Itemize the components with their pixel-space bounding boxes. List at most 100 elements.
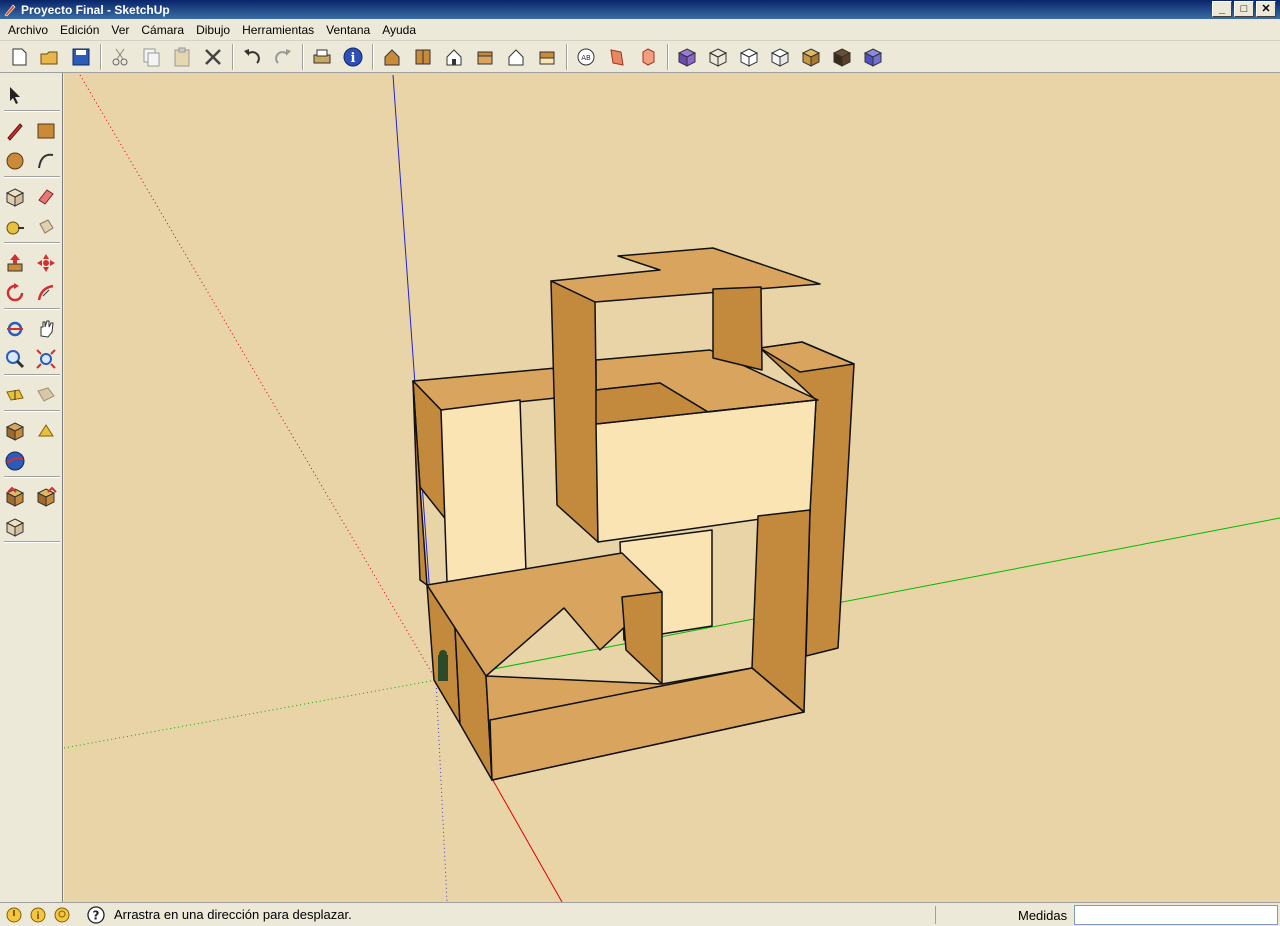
move-tool[interactable] [33,250,59,276]
menu-archivo[interactable]: Archivo [2,21,54,39]
save-button[interactable] [66,42,95,71]
menu-edicion[interactable]: Edición [54,21,105,39]
left-inner-front[interactable] [440,399,527,583]
select-tool[interactable] [2,82,28,108]
status-bar: i ? Arrastra en una dirección para despl… [0,902,1280,926]
svg-text:AB: AB [581,54,591,62]
push-pull-tool[interactable] [2,250,28,276]
model-info-icon: i [343,47,362,66]
follow-me-tool[interactable] [33,280,59,306]
user-button[interactable] [52,905,72,925]
make-component-tool[interactable] [2,184,28,210]
monochrome-icon [832,47,851,67]
place-model-tool[interactable] [2,418,28,444]
section-plane-button[interactable]: AB [571,42,600,71]
toolbar-separator [4,410,60,412]
push-pull-icon [7,254,23,272]
monochrome-button[interactable] [827,42,856,71]
get-models-tool[interactable] [33,418,59,444]
toolbar-separator [372,43,374,70]
upload-tool[interactable] [33,484,59,510]
tape-measure-tool[interactable] [2,214,28,240]
cut-button[interactable] [105,42,134,71]
view-top-button[interactable] [408,42,437,71]
print-icon [313,49,330,63]
undo-button[interactable] [237,42,266,71]
rectangle-tool[interactable] [33,118,59,144]
view-right-button[interactable] [470,42,499,71]
close-button[interactable]: ✕ [1256,1,1276,17]
shaded-textures-button[interactable] [796,42,825,71]
paste-button[interactable] [167,42,196,71]
shaded-icon [770,47,789,67]
toolbar-separator [4,308,60,310]
menu-ayuda[interactable]: Ayuda [376,21,422,39]
get-models-icon [38,424,54,437]
share-model-tool[interactable] [2,484,28,510]
model-info-button[interactable]: i [338,42,367,71]
follow-me-icon [37,284,54,301]
scale-figure[interactable] [438,650,448,681]
erase-button[interactable] [198,42,227,71]
drawing-viewport[interactable] [64,73,1280,902]
view-right-icon [477,51,492,64]
toolbar-separator [4,110,60,112]
view-front-button[interactable] [439,42,468,71]
paint-bucket-tool[interactable] [33,214,59,240]
print-button[interactable] [307,42,336,71]
credits-button[interactable]: i [28,905,48,925]
view-left-button[interactable] [532,42,561,71]
geo-location-button[interactable] [4,905,24,925]
hidden-line-button[interactable] [734,42,763,71]
pencil-tool[interactable] [2,118,28,144]
copy-button[interactable] [136,42,165,71]
model-geometry[interactable] [412,247,855,781]
lower-step-side[interactable] [621,591,663,685]
toggle-terrain-tool[interactable] [33,382,59,408]
menu-camara[interactable]: Cámara [135,21,190,39]
share-component-tool[interactable] [2,514,28,540]
zoom-extents-tool[interactable] [33,346,59,372]
open-button[interactable] [35,42,64,71]
minimize-button[interactable]: _ [1212,1,1232,17]
new-icon [12,48,26,65]
zoom-tool[interactable] [2,346,28,372]
circle-tool[interactable] [2,148,28,174]
menu-ver[interactable]: Ver [105,21,135,39]
open-icon [40,51,57,64]
google-earth-tool[interactable] [2,448,28,474]
menu-ventana[interactable]: Ventana [320,21,376,39]
geo-location-icon [6,907,22,922]
model-canvas[interactable] [64,73,1280,902]
new-button[interactable] [4,42,33,71]
measurements-input[interactable] [1074,905,1278,925]
eraser-tool[interactable] [33,184,59,210]
rotate-tool[interactable] [2,280,28,306]
credits-icon: i [30,907,46,922]
upload-icon [36,486,57,507]
view-back-button[interactable] [501,42,530,71]
menu-herramientas[interactable]: Herramientas [236,21,320,39]
add-location-tool[interactable] [2,382,28,408]
arc-tool[interactable] [33,148,59,174]
pan-tool[interactable] [33,316,59,342]
rectangle-icon [37,123,55,139]
view-iso-button[interactable] [377,42,406,71]
svg-text:i: i [350,51,355,66]
wireframe-button[interactable] [703,42,732,71]
maximize-button[interactable]: □ [1234,1,1254,17]
help-button[interactable]: ? [86,905,106,925]
top-shelf[interactable] [550,247,821,303]
orbit-tool[interactable] [2,316,28,342]
extra-style-button[interactable] [858,42,887,71]
redo-button[interactable] [268,42,297,71]
tower-left-side[interactable] [550,280,599,543]
menu-dibujo[interactable]: Dibujo [190,21,236,39]
tower-back-side[interactable] [712,286,763,371]
shaded-button[interactable] [765,42,794,71]
display-section-cuts-button[interactable] [633,42,662,71]
xray-button[interactable] [672,42,701,71]
display-section-planes-button[interactable] [602,42,631,71]
extra-style-icon [863,47,882,67]
svg-text:?: ? [93,908,100,922]
